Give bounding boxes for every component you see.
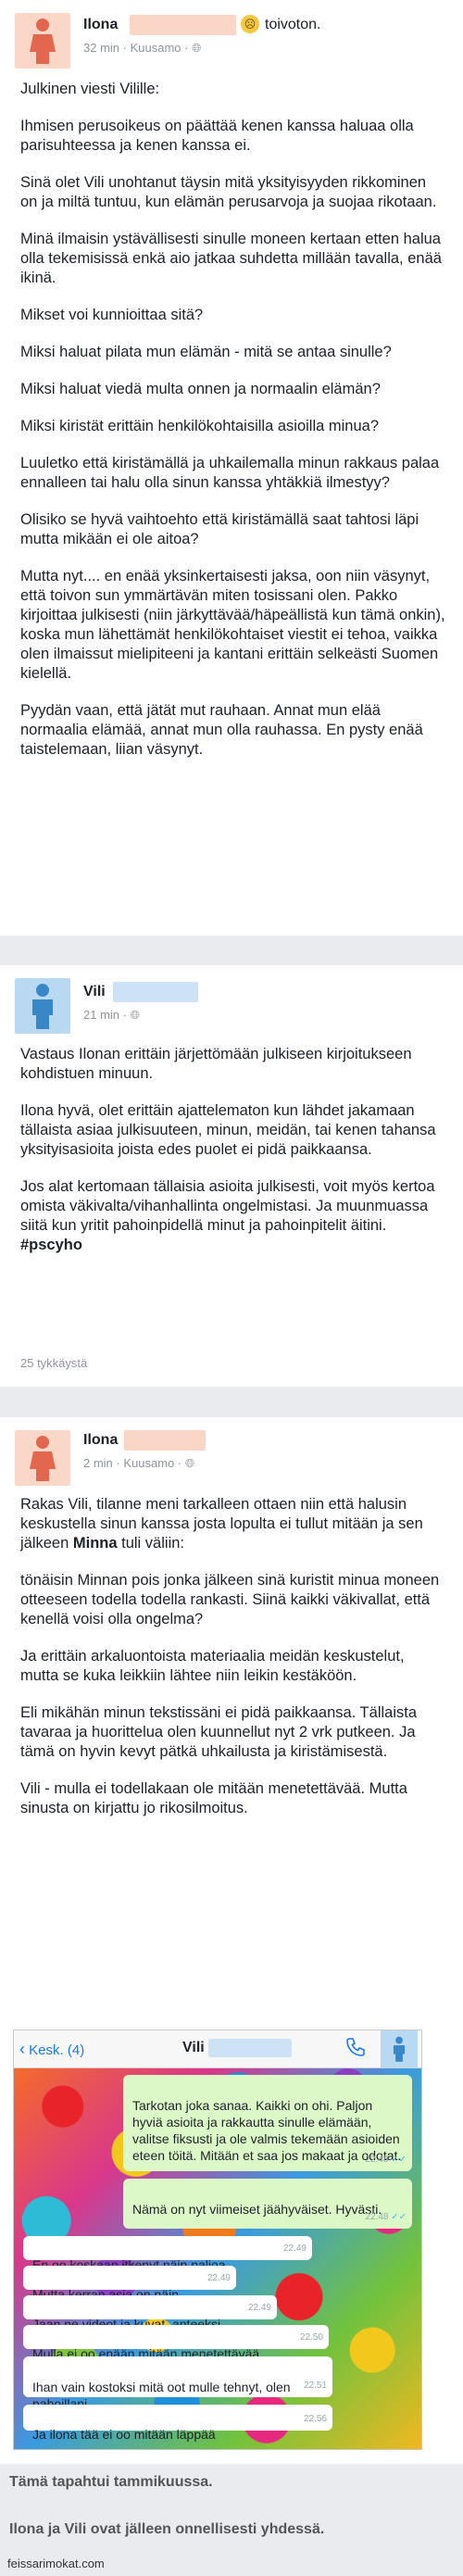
female-user-icon: [30, 19, 56, 64]
tagged-name[interactable]: Minna: [73, 1535, 118, 1552]
message-bubble[interactable]: Mulla ei oo enään mitään menetettävää 22…: [23, 2325, 329, 2361]
message-time: 22.49: [282, 2243, 307, 2254]
caption-line-2: Ilona ja Vili ovat jälleen onnellisesti …: [9, 2521, 325, 2537]
post-paragraph: Olisiko se hyvä vaihtoehto että kiristäm…: [20, 511, 419, 547]
post-time[interactable]: 2 min: [83, 1456, 113, 1470]
message-bubble[interactable]: Jaan ne videot ja kuvat, anteeksi 22.49: [23, 2295, 277, 2331]
post-paragraph: Minä ilmaisin ystävällisesti sinulle mon…: [20, 231, 442, 286]
hashtag-link[interactable]: #pscyho: [20, 1237, 82, 1253]
double-check-icon: ✓✓: [391, 2155, 407, 2165]
message-bubble[interactable]: Ihan vain kostoksi mitä oot mulle tehnyt…: [23, 2356, 332, 2411]
back-button[interactable]: ‹ Kesk. (4): [19, 2040, 84, 2059]
post-paragraph: Sinä olet Vili unohtanut täysin mitä yks…: [20, 174, 437, 210]
message-text: Ja ilona tää ei oo mitään läppää: [32, 2427, 216, 2442]
chat-header: ‹ Kesk. (4) Vili: [14, 2030, 421, 2068]
surname-redaction: [130, 15, 236, 35]
contact-avatar[interactable]: [381, 2030, 418, 2067]
like-count[interactable]: 25 tykkäystä: [20, 1356, 87, 1370]
male-user-icon: [32, 984, 53, 1029]
post-body: Rakas Vili, tilanne meni tarkalleen otta…: [20, 1495, 446, 1836]
message-time: 22.48 ✓✓: [365, 2155, 407, 2165]
post-paragraph: Mikset voi kunnioittaa sitä?: [20, 307, 204, 323]
post-paragraph: Vastaus Ilonan erittäin järjettömään jul…: [20, 1046, 412, 1082]
post-paragraph: Rakas Vili, tilanne meni tarkalleen otta…: [20, 1496, 423, 1552]
author-name[interactable]: Ilona: [83, 1432, 118, 1449]
double-check-icon: ✓✓: [391, 2212, 407, 2222]
post-paragraph: Miksi kiristät erittäin henkilökohtaisil…: [20, 418, 379, 434]
post-time[interactable]: 21 min: [83, 1008, 119, 1022]
post-paragraph: Miksi haluat pilata mun elämän - mitä se…: [20, 344, 392, 360]
post-paragraph: Mutta nyt.... en enää yksinkertaisesti j…: [20, 568, 445, 682]
message-text: Tarkotan joka sanaa. Kaikki on ohi. Palj…: [132, 2098, 402, 2163]
caption-line-1: Tämä tapahtui tammikuussa.: [9, 2474, 213, 2490]
post-paragraph: Ja erittäin arkaluontoista materiaalia m…: [20, 1648, 405, 1684]
phone-icon[interactable]: [344, 2036, 367, 2063]
post-location[interactable]: Kuusamo: [123, 1456, 174, 1470]
post-meta: 21 min · 🌐︎: [83, 1008, 140, 1022]
female-user-icon: [30, 1436, 56, 1481]
post-ilona-1: Ilona ☹ toivoton. 32 min · Kuusamo · 🌐︎ …: [0, 0, 463, 936]
chevron-left-icon: ‹: [19, 2040, 25, 2058]
post-meta: 2 min · Kuusamo · 🌐︎: [83, 1456, 195, 1470]
post-location[interactable]: Kuusamo: [131, 41, 181, 55]
message-bubble[interactable]: En oo koskaan itkenyt näin paljoa 22.49: [23, 2236, 312, 2272]
contact-surname-redaction: [208, 2039, 292, 2057]
message-time: 22.50: [299, 2332, 323, 2343]
message-time: 22.51: [303, 2381, 327, 2391]
post-paragraph: Pyydän vaan, että jätät mut rauhaan. Ann…: [20, 702, 423, 758]
message-bubble[interactable]: Tarkotan joka sanaa. Kaikki on ohi. Palj…: [123, 2075, 412, 2171]
avatar[interactable]: [15, 978, 70, 1034]
message-bubble[interactable]: Nämä on nyt viimeiset jäähyväiset. Hyväs…: [123, 2179, 412, 2229]
post-paragraph: Luuletko että kiristämällä ja uhkailemal…: [20, 455, 440, 491]
avatar[interactable]: [15, 13, 70, 69]
post-paragraph: tönäisin Minnan pois jonka jälkeen sinä …: [20, 1572, 440, 1627]
globe-icon: 🌐︎: [184, 1456, 195, 1470]
post-paragraph: Jos alat kertomaan tällaisia asioita jul…: [20, 1178, 435, 1253]
post-paragraph: Ilona hyvä, olet erittäin ajattelematon …: [20, 1102, 436, 1158]
post-paragraph: Ihmisen perusoikeus on päättää kenen kan…: [20, 118, 414, 154]
post-paragraph: Eli mikähän minun tekstissäni ei pidä pa…: [20, 1704, 418, 1760]
feeling-text: toivoton.: [265, 17, 321, 32]
author-name[interactable]: Vili: [83, 984, 106, 1000]
post-vili: Vili 21 min · 🌐︎ Vastaus Ilonan erittäin…: [0, 965, 463, 1387]
surname-redaction: [113, 982, 198, 1002]
author-name[interactable]: Ilona: [83, 17, 118, 33]
post-paragraph: Vili - mulla ei todellakaan ole mitään m…: [20, 1780, 407, 1816]
message-time: 22.49: [206, 2273, 231, 2283]
post-paragraph: Miksi haluat viedä multa onnen ja normaa…: [20, 381, 381, 397]
chat-screenshot: ‹ Kesk. (4) Vili Tarkotan joka sanaa. Ka…: [13, 2029, 422, 2450]
post-body: Vastaus Ilonan erittäin järjettömään jul…: [20, 1045, 446, 1273]
post-paragraph: Julkinen viesti Vilille:: [20, 81, 160, 97]
male-user-icon: [393, 2036, 406, 2062]
post-time[interactable]: 32 min: [83, 41, 119, 55]
message-text: Nämä on nyt viimeiset jäähyväiset. Hyväs…: [132, 2202, 382, 2217]
back-label: Kesk. (4): [29, 2042, 85, 2058]
feeling-icon: ☹: [241, 15, 259, 33]
message-bubble[interactable]: Mutta kerran asia on näin 22.49: [23, 2266, 236, 2302]
chat-contact-name[interactable]: Vili: [182, 2040, 205, 2056]
globe-icon: 🌐︎: [130, 1008, 140, 1022]
globe-icon: 🌐︎: [192, 41, 202, 55]
watermark: feissarimokat.com: [7, 2557, 105, 2570]
surname-redaction: [124, 1430, 206, 1451]
post-meta: 32 min · Kuusamo · 🌐︎: [83, 41, 202, 55]
message-time: 22.48 ✓✓: [365, 2212, 407, 2222]
message-time: 22.56: [303, 2414, 327, 2424]
avatar[interactable]: [15, 1430, 70, 1486]
post-body: Julkinen viesti Vilille: Ihmisen perusoik…: [20, 80, 446, 777]
message-bubble[interactable]: Ja ilona tää ei oo mitään läppää 22.56: [23, 2405, 332, 2442]
message-time: 22.49: [247, 2303, 271, 2313]
